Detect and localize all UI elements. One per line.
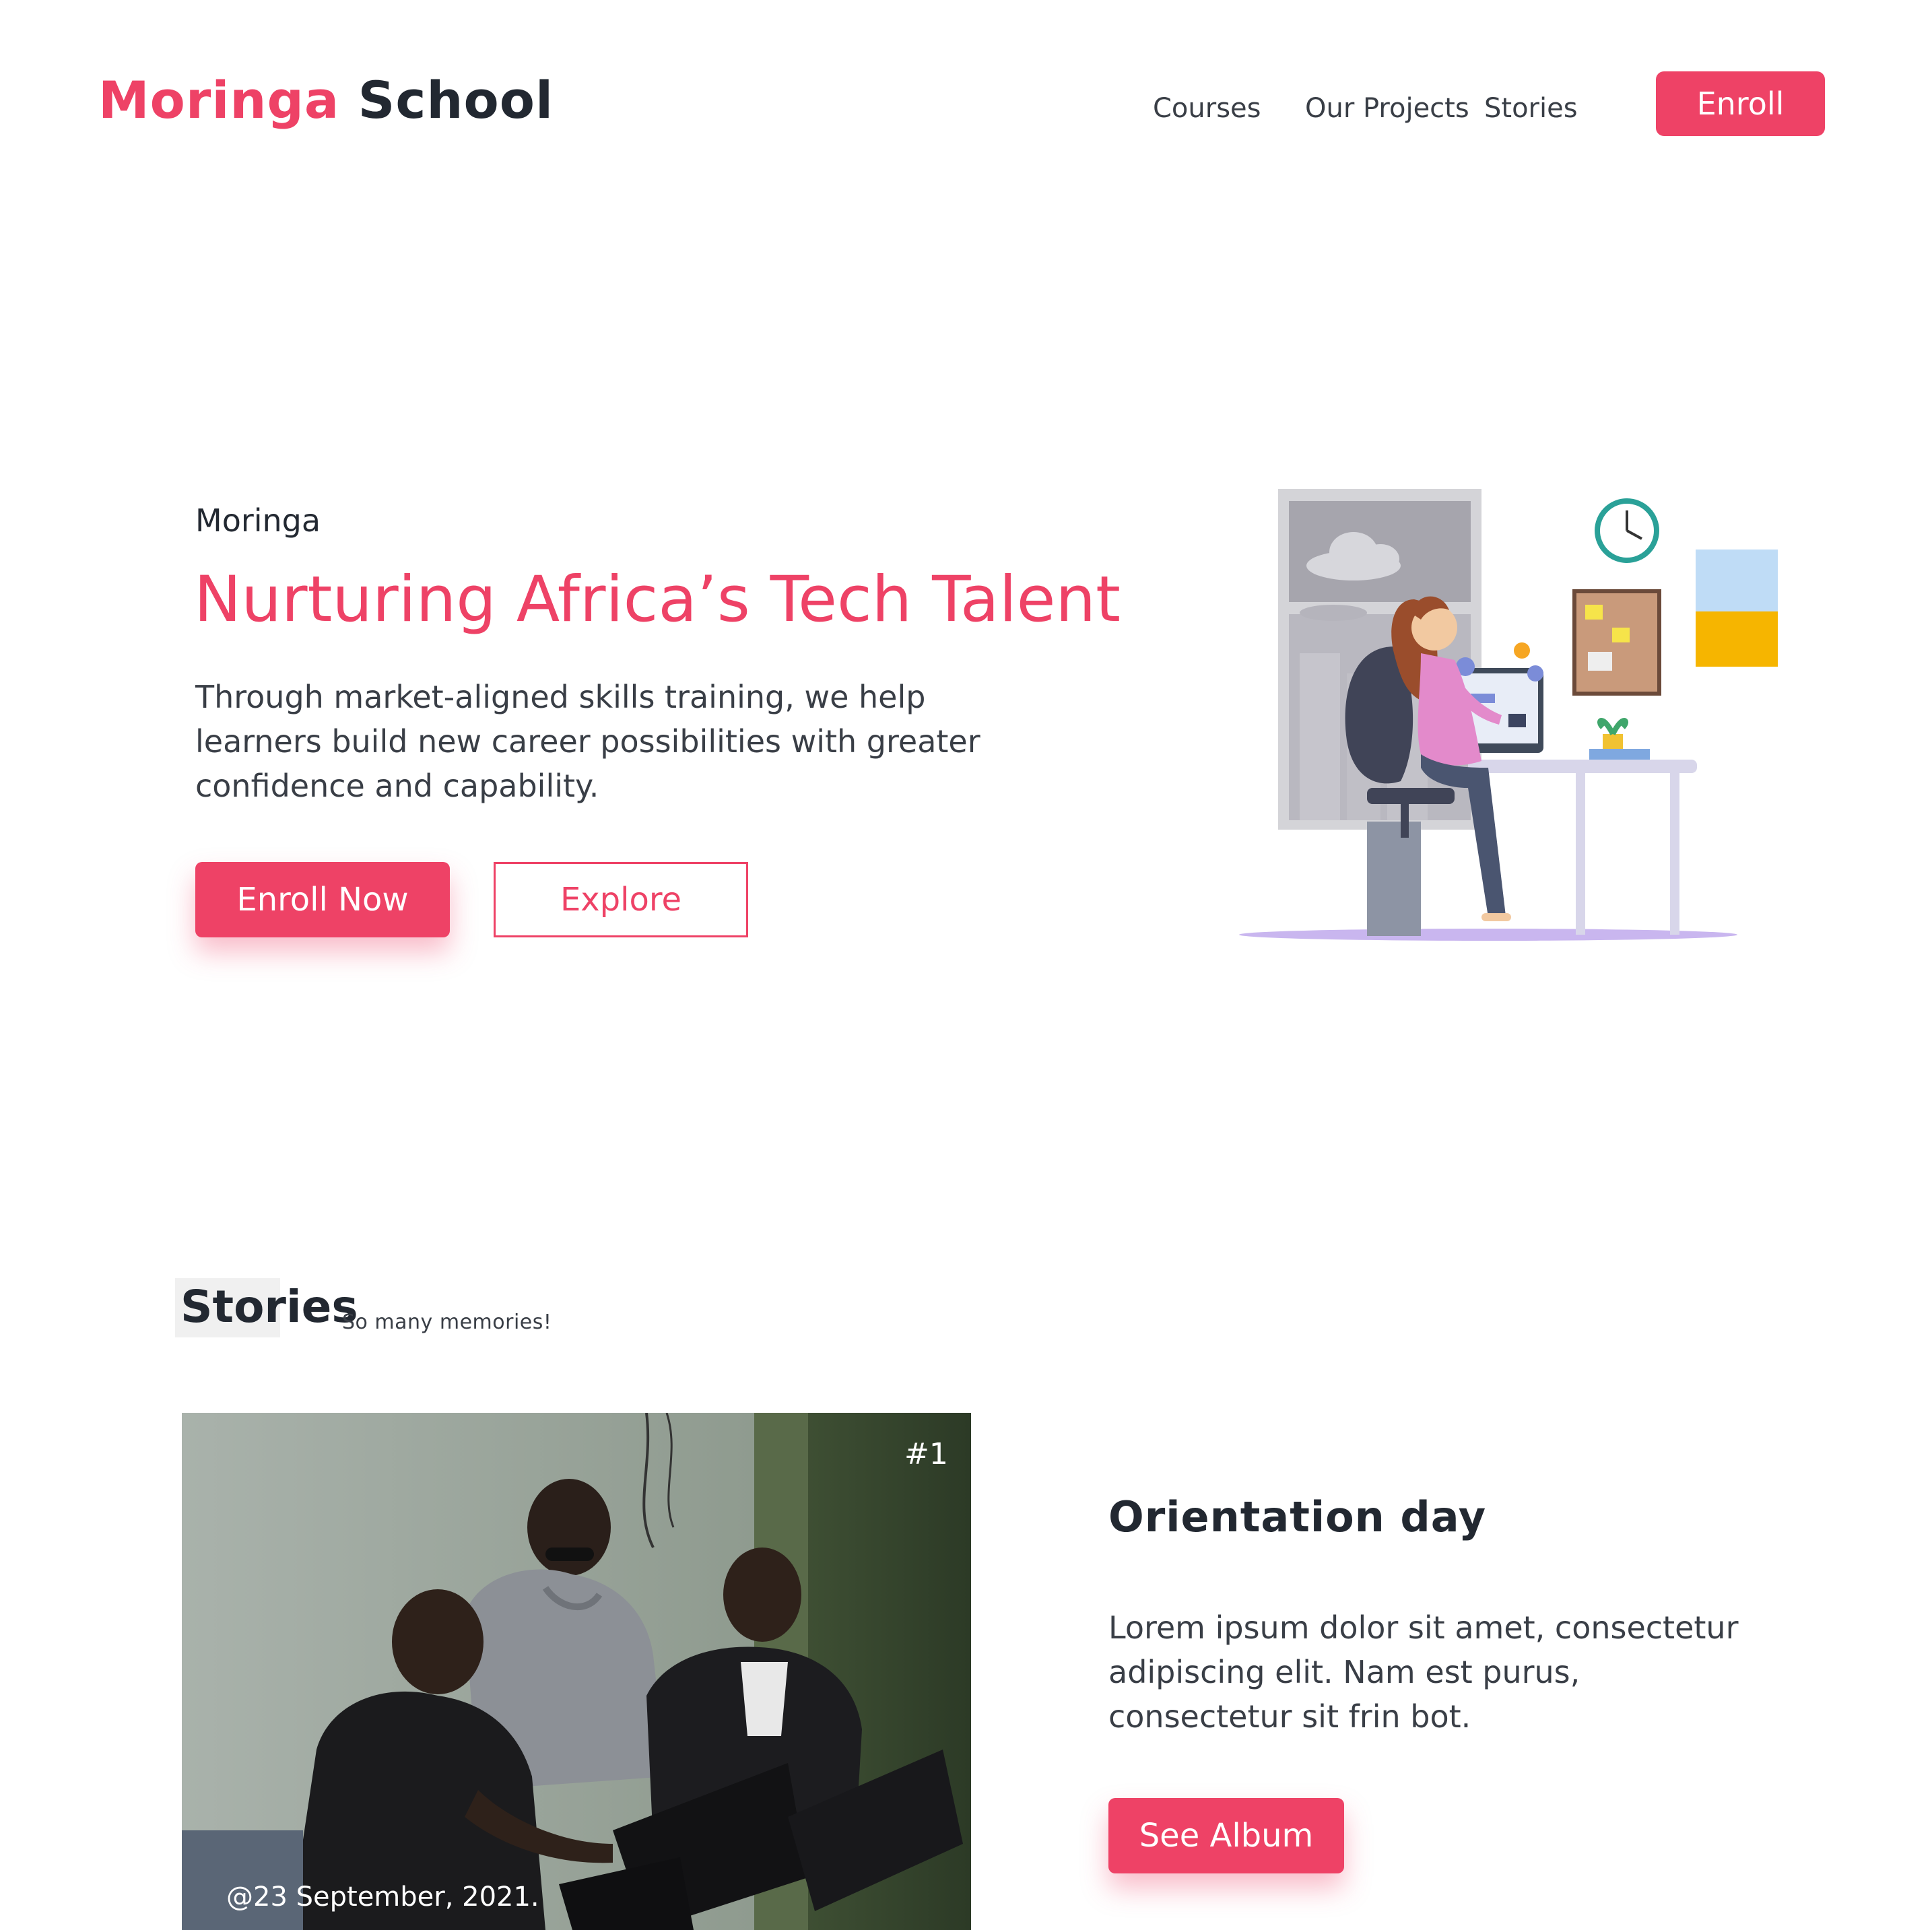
logo-brand: Moringa <box>98 70 340 130</box>
woman-coding-illustration-icon <box>1199 471 1805 997</box>
nav-link-courses[interactable]: Courses <box>1153 93 1261 124</box>
story-date: @23 September, 2021. <box>226 1882 539 1912</box>
hero-title: Nurturing Africa’s Tech Talent <box>194 563 1121 636</box>
stories-heading: Stories <box>180 1281 358 1333</box>
students-with-laptops-photo-icon[interactable] <box>182 1413 971 1930</box>
logo-rest: School <box>358 70 554 130</box>
site-logo[interactable]: Moringa School <box>98 70 554 130</box>
enroll-now-button[interactable]: Enroll Now <box>195 862 450 937</box>
story-number-badge: #1 <box>904 1437 948 1471</box>
enroll-button[interactable]: Enroll <box>1656 71 1825 136</box>
explore-button[interactable]: Explore <box>494 862 748 937</box>
see-album-button[interactable]: See Album <box>1108 1798 1344 1873</box>
story-title: Orientation day <box>1108 1492 1487 1541</box>
nav-link-our-projects[interactable]: Our Projects <box>1305 93 1469 124</box>
nav-link-stories[interactable]: Stories <box>1484 93 1578 124</box>
stories-subheading: So many memories! <box>342 1310 552 1334</box>
story-text: Lorem ipsum dolor sit amet, consectetur … <box>1108 1609 1739 1735</box>
hero-eyebrow: Moringa <box>195 502 321 539</box>
hero-description: Through market-aligned skills training, … <box>195 679 980 804</box>
